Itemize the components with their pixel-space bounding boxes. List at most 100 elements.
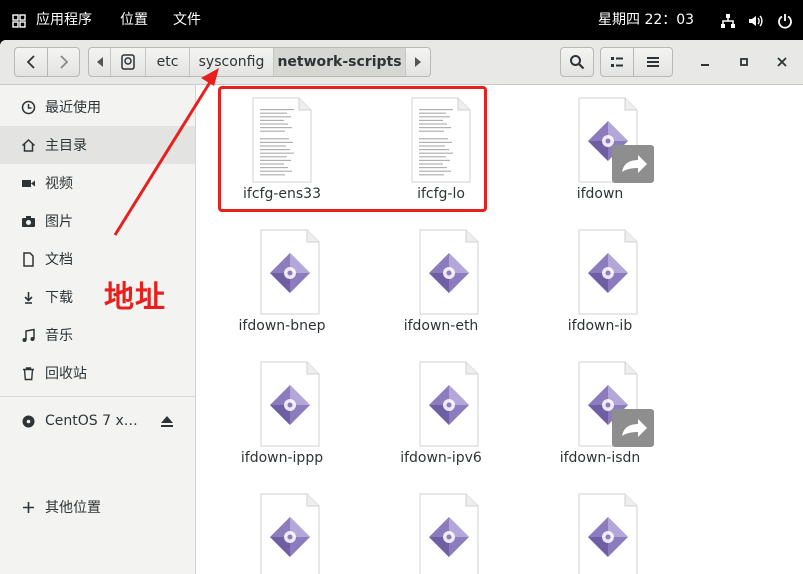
script-file-icon <box>419 361 495 447</box>
close-button[interactable] <box>767 47 797 77</box>
chevron-right-icon <box>59 55 68 69</box>
sidebar-item-music[interactable]: 音乐 <box>0 316 195 354</box>
file-name: ifcfg-lo <box>417 186 465 202</box>
search-button[interactable] <box>560 47 594 77</box>
sidebar-item-other-locations[interactable]: 其他位置 <box>0 488 195 526</box>
sidebar-separator <box>0 396 195 397</box>
apps-menu-icon[interactable] <box>12 14 26 28</box>
camera-icon <box>20 213 36 229</box>
sidebar-item-label: 图片 <box>45 214 73 230</box>
triangle-right-icon <box>415 57 421 67</box>
script-file-icon <box>419 493 495 574</box>
script-file-icon <box>578 229 654 315</box>
menu-button[interactable] <box>633 47 673 77</box>
maximize-icon <box>740 58 748 66</box>
music-icon <box>20 327 36 343</box>
annotation-label: 地址 <box>104 280 166 315</box>
path-scroll-left-button[interactable] <box>89 48 111 76</box>
file-name: ifdown-ipv6 <box>400 450 482 466</box>
video-icon <box>20 175 36 191</box>
disc-icon <box>20 413 36 429</box>
file-item[interactable]: ifdown-ippp <box>212 361 352 466</box>
file-name: ifdown-eth <box>403 318 479 334</box>
file-name: ifdown-ib <box>567 318 633 334</box>
file-item[interactable]: ifcfg-ens33 <box>212 97 352 202</box>
header-bar: etc sysconfig network-scripts <box>0 40 803 85</box>
sidebar-item-trash[interactable]: 回收站 <box>0 354 195 392</box>
document-icon <box>20 251 36 267</box>
file-item[interactable]: ifdown-ipv6 <box>371 361 511 466</box>
text-file-icon <box>411 97 471 183</box>
sidebar-item-pictures[interactable]: 图片 <box>0 202 195 240</box>
sidebar-item-label: CentOS 7 x… <box>45 413 138 429</box>
minimize-button[interactable] <box>690 47 720 77</box>
script-file-icon <box>419 229 495 315</box>
trash-icon <box>20 365 36 381</box>
file-item[interactable]: ifdown-eth <box>371 229 511 334</box>
back-button[interactable] <box>14 47 48 77</box>
apps-menu[interactable]: 应用程序 <box>36 0 92 40</box>
sidebar-item-recent[interactable]: 最近使用 <box>0 88 195 126</box>
drive-icon <box>121 54 135 70</box>
file-name: ifdown-bnep <box>238 318 326 334</box>
file-name: ifdown-isdn <box>559 450 641 466</box>
view-toggle-button[interactable] <box>600 47 634 77</box>
chevron-left-icon <box>26 55 35 69</box>
download-icon <box>20 289 36 305</box>
sidebar-item-home[interactable]: 主目录 <box>0 126 195 164</box>
list-view-icon <box>611 57 623 67</box>
hamburger-icon <box>647 57 659 67</box>
minimize-icon <box>701 64 709 66</box>
path-bar: etc sysconfig network-scripts <box>88 47 431 77</box>
file-name: ifdown <box>576 186 624 202</box>
path-segment-sysconfig[interactable]: sysconfig <box>190 48 274 76</box>
plus-icon <box>20 499 36 515</box>
sidebar-item-label: 下载 <box>45 290 73 306</box>
text-file-icon <box>252 97 312 183</box>
file-item[interactable]: ifdown-bnep <box>212 229 352 334</box>
file-item[interactable] <box>371 493 511 574</box>
path-scroll-right-button[interactable] <box>406 48 430 76</box>
file-item[interactable]: ifdown-isdn <box>530 361 670 466</box>
sidebar-item-label: 视频 <box>45 176 73 192</box>
script-link-icon <box>578 361 654 447</box>
sidebar-item-videos[interactable]: 视频 <box>0 164 195 202</box>
volume-icon[interactable] <box>747 13 763 29</box>
file-name: ifcfg-ens33 <box>243 186 321 202</box>
file-name: ifdown-ippp <box>240 450 324 466</box>
sidebar-item-device[interactable]: CentOS 7 x… <box>0 402 195 440</box>
top-bar: 应用程序 位置 文件 星期四 22：03 <box>0 0 803 40</box>
power-icon[interactable] <box>777 13 793 29</box>
file-item[interactable]: ifdown-ib <box>530 229 670 334</box>
maximize-button[interactable] <box>729 47 759 77</box>
triangle-left-icon <box>96 57 103 67</box>
file-item[interactable]: ifdown <box>530 97 670 202</box>
file-menu[interactable]: 文件 <box>173 0 201 40</box>
clock[interactable]: 星期四 22：03 <box>598 0 694 40</box>
sidebar-item-label: 最近使用 <box>45 100 101 116</box>
search-icon <box>570 55 585 70</box>
sidebar-item-label: 主目录 <box>45 138 87 154</box>
file-item[interactable] <box>530 493 670 574</box>
file-grid: ifcfg-ens33 ifcfg-lo ifdown ifdown-bnep … <box>196 85 803 574</box>
file-item[interactable]: ifcfg-lo <box>371 97 511 202</box>
close-icon <box>777 57 787 67</box>
path-root-button[interactable] <box>111 48 146 76</box>
network-icon[interactable] <box>720 13 736 29</box>
sidebar: 最近使用 主目录 视频 图片 文档 下载 音乐 回收站 CentOS 7 x… … <box>0 85 196 574</box>
clock-icon <box>20 99 36 115</box>
script-file-icon <box>260 229 336 315</box>
sidebar-item-label: 音乐 <box>45 328 73 344</box>
script-file-icon <box>260 361 336 447</box>
path-segment-network-scripts[interactable]: network-scripts <box>274 48 406 76</box>
places-menu[interactable]: 位置 <box>120 0 148 40</box>
eject-icon[interactable] <box>159 415 175 428</box>
sidebar-item-label: 其他位置 <box>45 500 101 516</box>
file-item[interactable] <box>212 493 352 574</box>
path-segment-etc[interactable]: etc <box>146 48 190 76</box>
forward-button[interactable] <box>47 47 80 77</box>
home-icon <box>20 137 36 153</box>
script-link-icon <box>578 97 654 183</box>
script-file-icon <box>578 493 654 574</box>
sidebar-item-label: 回收站 <box>45 366 87 382</box>
